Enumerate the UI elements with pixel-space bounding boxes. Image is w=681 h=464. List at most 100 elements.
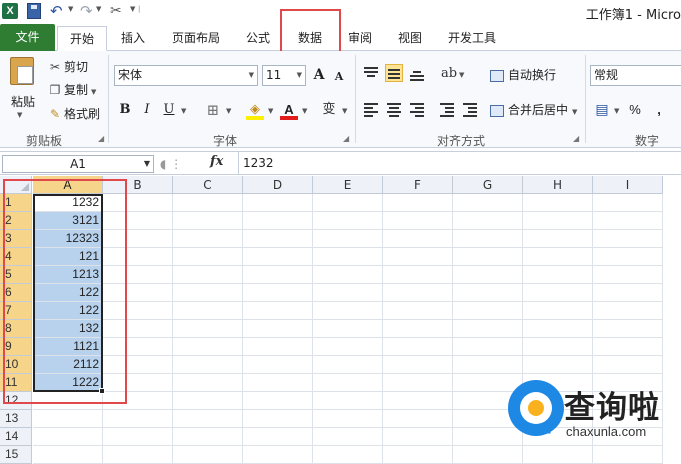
cell-g2[interactable] bbox=[453, 212, 523, 230]
cell-b13[interactable] bbox=[103, 410, 173, 428]
column-header-c[interactable]: C bbox=[173, 176, 243, 194]
cell-f6[interactable] bbox=[383, 284, 453, 302]
orientation-dropdown-icon[interactable]: ▼ bbox=[459, 71, 464, 79]
cell-e3[interactable] bbox=[313, 230, 383, 248]
undo-icon[interactable]: ↶ bbox=[50, 3, 66, 19]
wrap-text-button[interactable]: 自动换行 bbox=[490, 65, 556, 85]
currency-format-icon[interactable]: ▤ bbox=[593, 100, 611, 120]
cell-i6[interactable] bbox=[593, 284, 663, 302]
cell-c10[interactable] bbox=[173, 356, 243, 374]
cell-h6[interactable] bbox=[523, 284, 593, 302]
cell-d7[interactable] bbox=[243, 302, 313, 320]
cell-h1[interactable] bbox=[523, 194, 593, 212]
cell-e2[interactable] bbox=[313, 212, 383, 230]
currency-dropdown-icon[interactable]: ▼ bbox=[614, 107, 619, 115]
cell-c12[interactable] bbox=[173, 392, 243, 410]
phonetic-button[interactable]: 变 bbox=[320, 100, 338, 120]
cell-d3[interactable] bbox=[243, 230, 313, 248]
align-middle-icon[interactable] bbox=[385, 64, 403, 82]
borders-icon[interactable]: ⊞ bbox=[204, 100, 222, 120]
cell-i8[interactable] bbox=[593, 320, 663, 338]
cell-e4[interactable] bbox=[313, 248, 383, 266]
cell-f11[interactable] bbox=[383, 374, 453, 392]
cell-e10[interactable] bbox=[313, 356, 383, 374]
shrink-font-button[interactable]: A bbox=[330, 67, 348, 87]
cell-d2[interactable] bbox=[243, 212, 313, 230]
cell-f14[interactable] bbox=[383, 428, 453, 446]
row-header-14[interactable]: 14 bbox=[0, 428, 32, 446]
tab-developer[interactable]: 开发工具 bbox=[440, 26, 504, 51]
align-left-icon[interactable] bbox=[362, 100, 380, 118]
cell-e11[interactable] bbox=[313, 374, 383, 392]
cell-e5[interactable] bbox=[313, 266, 383, 284]
font-launcher-icon[interactable]: ◢ bbox=[343, 134, 349, 143]
tab-insert[interactable]: 插入 bbox=[112, 26, 154, 51]
cell-f3[interactable] bbox=[383, 230, 453, 248]
cell-h4[interactable] bbox=[523, 248, 593, 266]
italic-button[interactable]: I bbox=[138, 100, 156, 120]
cell-b15[interactable] bbox=[103, 446, 173, 464]
cell-c4[interactable] bbox=[173, 248, 243, 266]
excel-logo-icon[interactable]: X bbox=[2, 3, 18, 19]
row-header-15[interactable]: 15 bbox=[0, 446, 32, 464]
cell-c14[interactable] bbox=[173, 428, 243, 446]
cut-button[interactable]: ✂ 剪切 bbox=[48, 58, 88, 76]
cell-d15[interactable] bbox=[243, 446, 313, 464]
cell-h15[interactable] bbox=[523, 446, 593, 464]
cell-e9[interactable] bbox=[313, 338, 383, 356]
phonetic-dropdown-icon[interactable]: ▼ bbox=[342, 107, 347, 115]
cell-e6[interactable] bbox=[313, 284, 383, 302]
bold-button[interactable]: B bbox=[116, 100, 134, 120]
underline-button[interactable]: U bbox=[160, 100, 178, 120]
cell-c6[interactable] bbox=[173, 284, 243, 302]
cell-i4[interactable] bbox=[593, 248, 663, 266]
paste-icon[interactable] bbox=[10, 57, 34, 85]
cell-d4[interactable] bbox=[243, 248, 313, 266]
cell-i1[interactable] bbox=[593, 194, 663, 212]
cell-f8[interactable] bbox=[383, 320, 453, 338]
cell-h9[interactable] bbox=[523, 338, 593, 356]
paste-dropdown-icon[interactable]: ▼ bbox=[17, 111, 22, 119]
font-color-dropdown-icon[interactable]: ▼ bbox=[302, 107, 307, 115]
cell-f1[interactable] bbox=[383, 194, 453, 212]
grow-font-button[interactable]: A bbox=[310, 65, 328, 85]
cell-b14[interactable] bbox=[103, 428, 173, 446]
underline-dropdown-icon[interactable]: ▼ bbox=[181, 107, 186, 115]
cell-e12[interactable] bbox=[313, 392, 383, 410]
insert-function-button[interactable]: fx bbox=[210, 154, 223, 169]
alignment-launcher-icon[interactable]: ◢ bbox=[573, 134, 579, 143]
cell-i9[interactable] bbox=[593, 338, 663, 356]
fill-color-dropdown-icon[interactable]: ▼ bbox=[268, 107, 273, 115]
cell-i15[interactable] bbox=[593, 446, 663, 464]
cell-c15[interactable] bbox=[173, 446, 243, 464]
number-format-select[interactable]: 常规 bbox=[590, 65, 681, 86]
cell-g8[interactable] bbox=[453, 320, 523, 338]
cell-d12[interactable] bbox=[243, 392, 313, 410]
cell-g10[interactable] bbox=[453, 356, 523, 374]
decrease-indent-icon[interactable] bbox=[438, 100, 456, 118]
cell-i2[interactable] bbox=[593, 212, 663, 230]
cell-c3[interactable] bbox=[173, 230, 243, 248]
cell-e7[interactable] bbox=[313, 302, 383, 320]
tab-view[interactable]: 视图 bbox=[390, 26, 430, 51]
cell-c8[interactable] bbox=[173, 320, 243, 338]
borders-dropdown-icon[interactable]: ▼ bbox=[226, 107, 231, 115]
font-color-button[interactable]: A bbox=[280, 100, 298, 120]
align-right-icon[interactable] bbox=[408, 100, 426, 118]
cell-a14[interactable] bbox=[33, 428, 103, 446]
align-bottom-icon[interactable] bbox=[408, 64, 426, 82]
clipboard-launcher-icon[interactable]: ◢ bbox=[98, 134, 104, 143]
cell-f15[interactable] bbox=[383, 446, 453, 464]
cell-i3[interactable] bbox=[593, 230, 663, 248]
cell-g4[interactable] bbox=[453, 248, 523, 266]
cell-e1[interactable] bbox=[313, 194, 383, 212]
cell-h7[interactable] bbox=[523, 302, 593, 320]
cell-e15[interactable] bbox=[313, 446, 383, 464]
cell-h5[interactable] bbox=[523, 266, 593, 284]
cell-d10[interactable] bbox=[243, 356, 313, 374]
cell-e13[interactable] bbox=[313, 410, 383, 428]
column-header-h[interactable]: H bbox=[523, 176, 593, 194]
cell-d8[interactable] bbox=[243, 320, 313, 338]
cell-g6[interactable] bbox=[453, 284, 523, 302]
redo-dropdown-icon[interactable]: ▼ bbox=[96, 5, 101, 13]
